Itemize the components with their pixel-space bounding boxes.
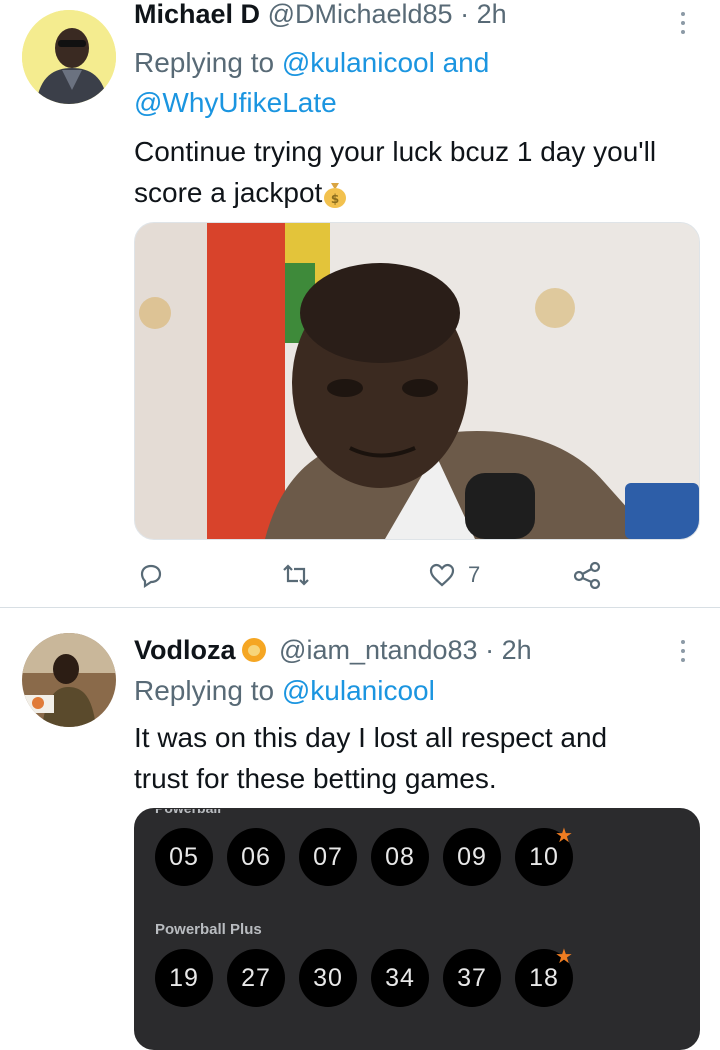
svg-text:$: $ xyxy=(331,192,339,206)
mention-link[interactable]: @kulanicool and xyxy=(282,47,489,78)
lottery-ball: 19 xyxy=(155,949,213,1007)
timestamp[interactable]: · 2h xyxy=(460,0,507,29)
star-icon: ★ xyxy=(555,825,573,847)
tweet-header: Michael D @DMichaeld85 · 2h xyxy=(134,0,507,30)
reply-icon xyxy=(140,564,162,589)
tweet-text-line: score a jackpot xyxy=(134,177,323,208)
lottery-ball: 07 xyxy=(299,828,357,886)
like-count: 7 xyxy=(468,562,481,587)
photo-image xyxy=(135,223,699,539)
tweet-text-line: trust for these betting games. xyxy=(134,763,497,794)
heart-icon xyxy=(429,563,455,587)
star-icon: ★ xyxy=(555,946,573,968)
tweet-text-line: Continue trying your luck bcuz 1 day you… xyxy=(134,136,657,167)
lottery-results-image[interactable]: Powerball 05 06 07 08 09 10 ★ Powerball … xyxy=(134,808,700,1050)
lottery-ball: 34 xyxy=(371,949,429,1007)
tweet-text: Continue trying your luck bcuz 1 day you… xyxy=(134,131,704,213)
avatar-photo xyxy=(22,10,116,104)
replying-to: Replying to @kulanicool and @WhyUfikeLat… xyxy=(134,43,489,123)
tweet-michael-d[interactable]: Michael D @DMichaeld85 · 2h Replying to … xyxy=(0,0,720,608)
like-button[interactable]: 7 xyxy=(428,560,480,590)
replying-to: Replying to @kulanicool xyxy=(134,671,435,711)
tweet-vodloza[interactable]: Vodloza @iam_ntando83 · 2h Replying to @… xyxy=(0,608,720,1050)
reply-button[interactable] xyxy=(136,560,164,590)
more-options-icon[interactable] xyxy=(676,640,690,662)
retweet-button[interactable] xyxy=(280,560,312,590)
avatar[interactable] xyxy=(22,633,116,727)
share-icon xyxy=(573,561,601,589)
timestamp[interactable]: · 2h xyxy=(485,635,532,665)
tweet-actions: 7 xyxy=(0,560,720,590)
retweet-icon xyxy=(283,564,309,586)
powerball-label: Powerball xyxy=(155,808,222,816)
lion-face-icon xyxy=(241,638,266,662)
money-bag-icon: $ xyxy=(324,183,347,208)
lottery-ball: 09 xyxy=(443,828,501,886)
lottery-ball: 30 xyxy=(299,949,357,1007)
lottery-ball: 08 xyxy=(371,828,429,886)
display-name[interactable]: Michael D xyxy=(134,0,260,29)
tweet-photo[interactable] xyxy=(134,222,700,540)
tweet-text: It was on this day I lost all respect an… xyxy=(134,717,704,799)
tweet-text-line: It was on this day I lost all respect an… xyxy=(134,722,608,753)
display-name[interactable]: Vodloza xyxy=(134,635,236,665)
lottery-ball: 05 xyxy=(155,828,213,886)
share-button[interactable] xyxy=(572,560,602,590)
mention-link[interactable]: @kulanicool xyxy=(282,675,435,706)
more-options-icon[interactable] xyxy=(676,12,690,34)
user-handle[interactable]: @iam_ntando83 xyxy=(279,635,478,665)
user-handle[interactable]: @DMichaeld85 xyxy=(268,0,453,29)
avatar-photo xyxy=(22,633,116,727)
powerball-plus-label: Powerball Plus xyxy=(155,921,262,938)
lottery-ball: 37 xyxy=(443,949,501,1007)
mention-link[interactable]: @WhyUfikeLate xyxy=(134,87,337,118)
replying-to-label: Replying to xyxy=(134,675,282,706)
tweet-header: Vodloza @iam_ntando83 · 2h xyxy=(134,635,532,666)
avatar[interactable] xyxy=(22,10,116,104)
lottery-ball: 27 xyxy=(227,949,285,1007)
replying-to-label: Replying to xyxy=(134,47,282,78)
lottery-ball: 06 xyxy=(227,828,285,886)
